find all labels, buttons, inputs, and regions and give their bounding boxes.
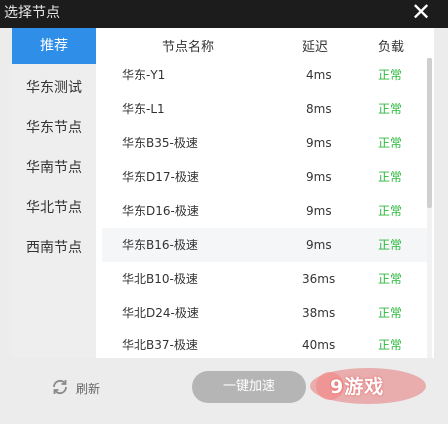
node-load-status: 正常 xyxy=(378,306,403,320)
node-load-status: 正常 xyxy=(378,102,403,116)
node-name: 华北D24-极速 xyxy=(122,306,199,320)
close-icon[interactable]: ✕ xyxy=(408,0,434,26)
header-latency: 延迟 xyxy=(302,40,329,55)
table-row[interactable]: 华东D17-极速 9ms 正常 xyxy=(102,160,428,194)
node-name: 华北B10-极速 xyxy=(122,272,198,286)
node-name: 华东-Y1 xyxy=(122,68,166,82)
table-row[interactable]: 华东D16-极速 9ms 正常 xyxy=(102,194,428,228)
node-latency: 36ms xyxy=(302,272,336,286)
watermark-text: 9游戏 xyxy=(330,376,385,398)
node-load-status: 正常 xyxy=(378,170,403,184)
window-title: 选择节点 xyxy=(4,5,60,21)
refresh-label: 刷新 xyxy=(76,382,101,396)
header-load: 负载 xyxy=(378,40,405,55)
table-row[interactable]: 华东B35-极速 9ms 正常 xyxy=(102,126,428,160)
region-sidebar: 推荐 华东测试 华东节点 华南节点 华北节点 西南节点 xyxy=(12,28,96,358)
sidebar-item-north[interactable]: 华北节点 xyxy=(12,190,96,226)
table-row[interactable]: 华北B37-极速 40ms 正常 xyxy=(102,328,428,358)
node-latency: 38ms xyxy=(302,306,336,320)
node-load-status: 正常 xyxy=(378,204,403,218)
sidebar-item-east-test[interactable]: 华东测试 xyxy=(12,70,96,106)
node-list-panel: 节点名称 延迟 负载 华东-Y1 4ms 正常 华东-L1 8ms 正常 华东B… xyxy=(96,28,434,358)
sidebar-item-recommended[interactable]: 推荐 xyxy=(12,28,96,64)
node-load-status: 正常 xyxy=(378,272,403,286)
table-header: 节点名称 延迟 负载 xyxy=(96,28,434,62)
sidebar-item-southwest[interactable]: 西南节点 xyxy=(12,230,96,266)
sidebar-item-south[interactable]: 华南节点 xyxy=(12,150,96,186)
table-row[interactable]: 华东B16-极速 9ms 正常 xyxy=(102,228,428,262)
table-row[interactable]: 华北D24-极速 38ms 正常 xyxy=(102,296,428,330)
refresh-icon xyxy=(53,379,67,395)
node-latency: 40ms xyxy=(302,338,336,352)
node-select-dialog: 选择节点 ✕ 推荐 华东测试 华东节点 华南节点 华北节点 西南节点 节点名称 … xyxy=(0,0,448,424)
node-name: 华北B37-极速 xyxy=(122,338,198,352)
node-latency: 9ms xyxy=(306,238,332,252)
node-latency: 9ms xyxy=(306,136,332,150)
node-load-status: 正常 xyxy=(378,136,403,150)
node-name: 华东B35-极速 xyxy=(122,136,198,150)
node-latency: 8ms xyxy=(306,102,332,116)
node-name: 华东-L1 xyxy=(122,102,165,116)
header-node-name: 节点名称 xyxy=(162,40,215,55)
node-list-scrollbar[interactable] xyxy=(427,58,432,358)
node-load-status: 正常 xyxy=(378,338,403,352)
node-latency: 9ms xyxy=(306,170,332,184)
node-name: 华东B16-极速 xyxy=(122,238,198,252)
node-name: 华东D17-极速 xyxy=(122,170,199,184)
node-name: 华东D16-极速 xyxy=(122,204,199,218)
table-row[interactable]: 华北B10-极速 36ms 正常 xyxy=(102,262,428,296)
title-bar: 选择节点 ✕ xyxy=(0,0,448,28)
one-click-boost-button[interactable]: 一键加速 xyxy=(192,371,306,403)
sidebar-item-east[interactable]: 华东节点 xyxy=(12,110,96,146)
node-latency: 4ms xyxy=(306,68,332,82)
node-load-status: 正常 xyxy=(378,238,403,252)
table-row[interactable]: 华东-Y1 4ms 正常 xyxy=(102,58,428,92)
node-load-status: 正常 xyxy=(378,68,403,82)
scrollbar-thumb[interactable] xyxy=(427,58,432,208)
table-row[interactable]: 华东-L1 8ms 正常 xyxy=(102,92,428,126)
node-latency: 9ms xyxy=(306,204,332,218)
